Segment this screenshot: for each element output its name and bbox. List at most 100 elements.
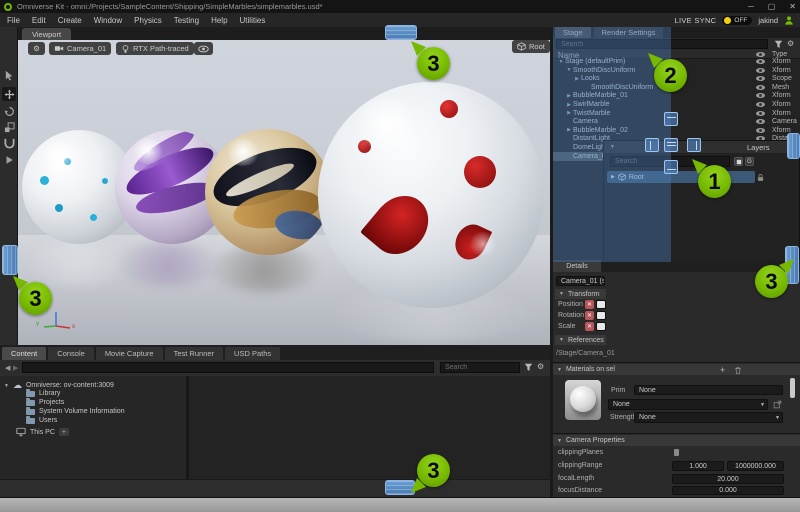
layers-root-item[interactable]: ▶ Root — [607, 171, 755, 183]
forward-icon[interactable]: ▶ — [13, 364, 18, 372]
layers-panel-header[interactable]: ▼ Layers — [604, 141, 799, 153]
visibility-eye-icon[interactable] — [756, 93, 765, 98]
external-link-icon[interactable] — [773, 400, 782, 409]
lock-icon[interactable] — [756, 173, 765, 182]
strength-dropdown[interactable]: None — [634, 412, 783, 423]
visibility-eye-icon[interactable] — [756, 85, 765, 90]
chevron-down-icon[interactable]: ▼ — [760, 402, 765, 408]
position-reset-button[interactable]: ✕ — [585, 300, 594, 309]
camera-properties-header[interactable]: ▼Camera Properties — [553, 435, 800, 446]
tree-item-users[interactable]: Users — [26, 417, 57, 424]
transform-section-header[interactable]: ▼Transform — [555, 289, 606, 299]
material-preview-sphere[interactable] — [565, 380, 601, 420]
move-tool-button[interactable] — [2, 87, 16, 101]
snap-tool-button[interactable] — [2, 136, 16, 150]
rotation-value-field[interactable] — [596, 311, 606, 320]
rotate-tool-button[interactable] — [2, 104, 16, 118]
visibility-menu-button[interactable] — [194, 42, 213, 55]
details-selection-dropdown[interactable]: Camera_01 (selected) — [556, 276, 605, 286]
visibility-eye-icon[interactable] — [756, 128, 765, 133]
layers-save-icon[interactable] — [734, 157, 743, 166]
menu-create[interactable]: Create — [58, 16, 82, 25]
menu-window[interactable]: Window — [94, 16, 122, 25]
dock-target-bottom[interactable] — [664, 160, 678, 174]
camera-select-button[interactable]: Camera_01 — [49, 42, 111, 55]
add-connection-button[interactable]: + — [59, 428, 69, 436]
visibility-eye-icon[interactable] — [756, 102, 765, 107]
play-button[interactable] — [2, 153, 16, 167]
tree-item-this-pc[interactable]: This PC + — [16, 427, 69, 437]
dock-target-top[interactable] — [664, 112, 678, 126]
focus-distance-field[interactable]: 0.000 — [672, 486, 784, 495]
rotation-reset-button[interactable]: ✕ — [585, 311, 594, 320]
select-tool-button[interactable] — [2, 68, 16, 82]
stage-search-input[interactable] — [556, 39, 768, 49]
visibility-eye-icon[interactable] — [756, 119, 765, 124]
tab-movie-capture[interactable]: Movie Capture — [96, 347, 163, 360]
focal-length-field[interactable]: 20.000 — [672, 474, 784, 484]
tab-console[interactable]: Console — [48, 347, 94, 360]
dock-target-center[interactable] — [664, 138, 678, 152]
dock-handle-bottom[interactable] — [385, 480, 415, 495]
visibility-eye-icon[interactable] — [756, 76, 765, 81]
tab-render-settings[interactable]: Render Settings — [594, 27, 664, 38]
dock-target-left[interactable] — [645, 138, 659, 152]
collapse-icon[interactable]: ▼ — [610, 144, 615, 150]
menu-file[interactable]: File — [7, 16, 20, 25]
dock-handle-top[interactable] — [385, 25, 417, 40]
prim-value-field[interactable]: None — [634, 385, 783, 395]
stage-options-gear-icon[interactable]: ⚙ — [787, 39, 794, 48]
maximize-button[interactable]: ▢ — [768, 2, 776, 11]
menu-utilities[interactable]: Utilities — [240, 16, 266, 25]
visibility-eye-icon[interactable] — [756, 68, 765, 73]
dock-handle-left[interactable] — [2, 245, 18, 275]
user-icon[interactable] — [784, 15, 794, 26]
filter-funnel-icon[interactable] — [524, 363, 533, 372]
scale-value-field[interactable] — [596, 322, 606, 331]
layers-global-button[interactable]: G — [745, 157, 754, 166]
viewport-settings-button[interactable]: ⚙ — [28, 42, 45, 55]
layers-panel[interactable]: ▼ Layers G ▶ Root — [603, 140, 800, 262]
tab-stage[interactable]: Stage — [555, 27, 591, 38]
tab-viewport[interactable]: Viewport — [22, 28, 71, 40]
dock-handle-right-upper[interactable] — [787, 133, 800, 159]
tab-test-runner[interactable]: Test Runner — [165, 347, 223, 360]
tab-content[interactable]: Content — [2, 347, 46, 360]
menu-edit[interactable]: Edit — [32, 16, 46, 25]
add-material-button[interactable]: + — [720, 365, 725, 375]
material-binding-dropdown[interactable]: None — [608, 399, 768, 410]
position-value-field[interactable] — [596, 300, 606, 309]
content-path-input[interactable] — [22, 362, 434, 373]
menu-help[interactable]: Help — [211, 16, 227, 25]
materials-section-header[interactable]: ▼Materials on sel — [553, 364, 800, 375]
chevron-down-icon[interactable]: ▼ — [775, 415, 780, 421]
scale-reset-button[interactable]: ✕ — [585, 322, 594, 331]
clipping-planes-list-icon[interactable] — [674, 449, 679, 456]
content-search-input[interactable] — [440, 362, 520, 373]
root-navigation-button[interactable]: Root — [512, 40, 550, 53]
visibility-eye-icon[interactable] — [756, 111, 765, 116]
tab-usd-paths[interactable]: USD Paths — [225, 347, 280, 360]
viewport-scene[interactable]: ⚙ Camera_01 RTX Path-traced Root y x — [18, 40, 550, 345]
live-sync-toggle[interactable]: OFF — [722, 16, 752, 25]
tree-item-system-volume-information[interactable]: System Volume Information — [26, 408, 125, 415]
content-options-gear-icon[interactable]: ⚙ — [537, 362, 544, 371]
filter-funnel-icon[interactable] — [774, 40, 783, 49]
references-section-header[interactable]: ▼References — [555, 335, 606, 345]
materials-scrollbar[interactable] — [790, 378, 795, 398]
scale-tool-button[interactable] — [2, 120, 16, 134]
trash-icon[interactable] — [734, 366, 742, 375]
clipping-range-max-field[interactable]: 1000000.000 — [727, 461, 784, 471]
expand-icon[interactable]: ▶ — [611, 174, 615, 180]
tab-details[interactable]: Details — [553, 260, 601, 272]
tree-item-projects[interactable]: Projects — [26, 399, 64, 406]
close-button[interactable]: ✕ — [789, 2, 796, 11]
visibility-eye-icon[interactable] — [756, 59, 765, 64]
renderer-select-button[interactable]: RTX Path-traced — [116, 42, 194, 55]
minimize-button[interactable]: ─ — [748, 2, 754, 11]
clipping-range-min-field[interactable]: 1.000 — [672, 461, 724, 471]
content-file-area[interactable] — [189, 376, 550, 479]
menu-physics[interactable]: Physics — [134, 16, 162, 25]
tree-item-library[interactable]: Library — [26, 390, 60, 397]
back-icon[interactable]: ◀ — [5, 364, 10, 372]
